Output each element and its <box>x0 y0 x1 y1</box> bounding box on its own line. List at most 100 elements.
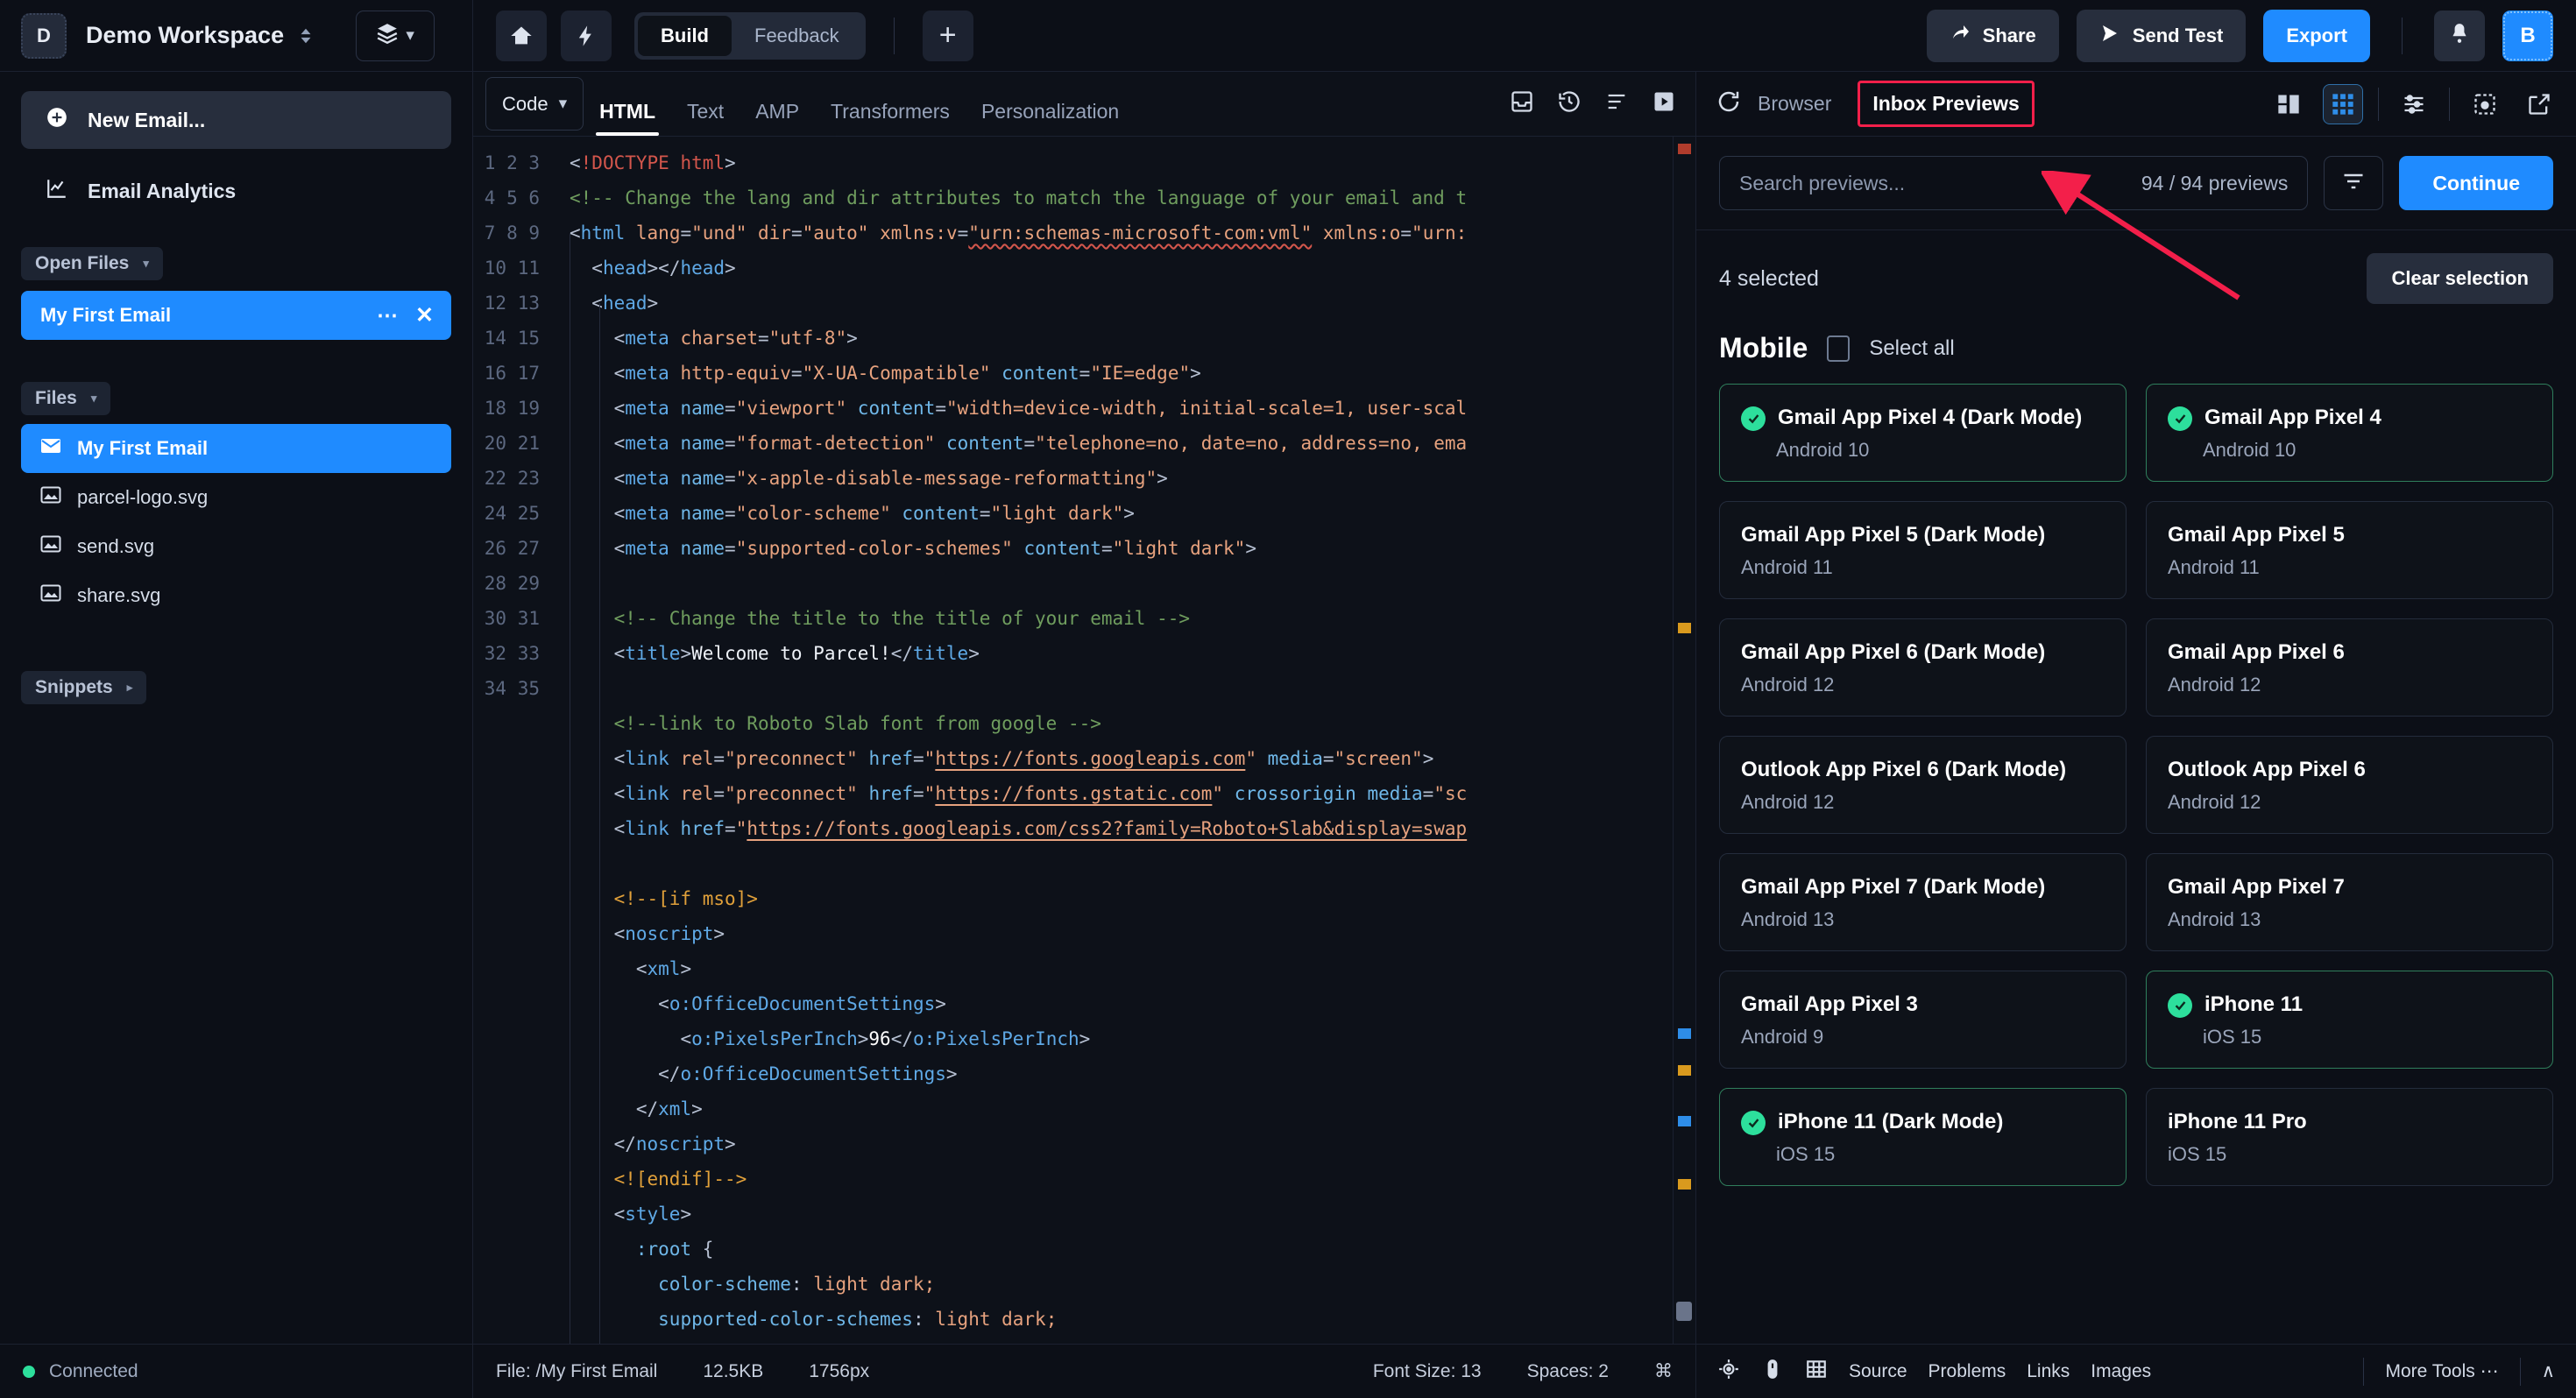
font-size-label[interactable]: Font Size: 13 <box>1373 1361 1482 1382</box>
device-card[interactable]: Outlook App Pixel 6 Android 12 <box>2146 736 2553 834</box>
history-icon[interactable] <box>1557 89 1582 118</box>
editor-scroll-markers[interactable] <box>1673 137 1695 1344</box>
image-icon <box>40 534 61 559</box>
share-button[interactable]: Share <box>1926 9 2059 62</box>
link-images[interactable]: Images <box>2091 1361 2151 1382</box>
file-item-my-first-email[interactable]: My First Email <box>21 424 451 473</box>
select-all-label: Select all <box>1869 335 1955 360</box>
mouse-icon[interactable] <box>1761 1358 1784 1386</box>
select-all-checkbox[interactable] <box>1827 335 1851 362</box>
target-icon[interactable] <box>1717 1358 1740 1386</box>
device-name: Gmail App Pixel 6 (Dark Mode) <box>1741 639 2046 664</box>
link-source[interactable]: Source <box>1849 1361 1907 1382</box>
clear-selection-button[interactable]: Clear selection <box>2367 253 2553 304</box>
device-os: Android 12 <box>1741 673 1835 695</box>
lightning-button[interactable] <box>561 10 612 61</box>
file-label: My First Email <box>77 437 209 459</box>
user-avatar[interactable]: B <box>2502 10 2553 61</box>
grid-view-icon[interactable] <box>2323 83 2363 124</box>
file-item-parcel-logo[interactable]: parcel-logo.svg <box>21 473 451 522</box>
more-options-icon[interactable]: ⋯ <box>377 303 400 328</box>
device-card[interactable]: Gmail App Pixel 6 (Dark Mode) Android 12 <box>1719 618 2127 717</box>
image-icon <box>40 583 61 608</box>
device-os: iOS 15 <box>1776 1142 1836 1165</box>
preview-header: Browser Inbox Previews <box>1696 72 2576 137</box>
screenshot-icon[interactable] <box>2466 85 2504 124</box>
workspace-name[interactable]: Demo Workspace <box>86 22 284 49</box>
check-icon <box>1741 406 1766 431</box>
device-grid: Gmail App Pixel 4 (Dark Mode) Android 10… <box>1696 364 2576 1344</box>
device-name: iPhone 11 Pro <box>2168 1109 2307 1133</box>
play-panel-icon[interactable] <box>1652 89 1676 118</box>
tab-inbox-previews[interactable]: Inbox Previews <box>1858 81 2035 127</box>
sidebar-item-email-analytics[interactable]: Email Analytics <box>21 165 451 217</box>
file-path-label: File: /My First Email <box>496 1360 658 1381</box>
device-os: iOS 15 <box>2168 1142 2227 1165</box>
file-item-share-svg[interactable]: share.svg <box>21 571 451 620</box>
open-file-item[interactable]: My First Email ⋯ ✕ <box>21 291 451 340</box>
device-card[interactable]: Gmail App Pixel 5 (Dark Mode) Android 11 <box>1719 501 2127 599</box>
tab-transformers[interactable]: Transformers <box>815 72 966 136</box>
filter-button[interactable] <box>2324 156 2384 210</box>
layers-switcher-button[interactable]: ▾ <box>356 10 435 61</box>
split-view-icon[interactable] <box>2269 85 2308 124</box>
code-content[interactable]: <!DOCTYPE html> <!-- Change the lang and… <box>554 137 1695 1344</box>
device-card[interactable]: iPhone 11 (Dark Mode) iOS 15 <box>1719 1088 2127 1186</box>
device-card[interactable]: Gmail App Pixel 3 Android 9 <box>1719 971 2127 1069</box>
device-card[interactable]: Gmail App Pixel 4 Android 10 <box>2146 384 2553 482</box>
device-card[interactable]: Gmail App Pixel 4 (Dark Mode) Android 10 <box>1719 384 2127 482</box>
tab-personalization[interactable]: Personalization <box>966 72 1135 136</box>
device-card[interactable]: Outlook App Pixel 6 (Dark Mode) Android … <box>1719 736 2127 834</box>
tab-amp[interactable]: AMP <box>740 72 815 136</box>
spaces-label[interactable]: Spaces: 2 <box>1527 1361 1609 1382</box>
device-card[interactable]: iPhone 11 iOS 15 <box>2146 971 2553 1069</box>
chevron-updown-icon[interactable] <box>296 23 315 49</box>
list-icon[interactable] <box>1604 89 1629 118</box>
device-card[interactable]: iPhone 11 Pro iOS 15 <box>2146 1088 2553 1186</box>
tab-feedback[interactable]: Feedback <box>732 16 862 56</box>
file-item-send-svg[interactable]: send.svg <box>21 522 451 571</box>
file-size-label: 12.5KB <box>703 1360 764 1381</box>
snippets-header[interactable]: Snippets ▸ <box>21 671 147 704</box>
open-files-label: Open Files <box>35 253 130 273</box>
send-icon <box>2099 23 2120 49</box>
close-icon[interactable]: ✕ <box>415 304 434 327</box>
send-test-button[interactable]: Send Test <box>2076 9 2247 62</box>
code-mode-selector[interactable]: Code ▾ <box>485 77 584 131</box>
open-files-header[interactable]: Open Files ▾ <box>21 247 163 280</box>
notifications-button[interactable] <box>2434 10 2485 61</box>
editor-icons <box>1510 72 1695 136</box>
continue-button[interactable]: Continue <box>2399 156 2553 210</box>
inbox-icon[interactable] <box>1510 89 1534 118</box>
email-analytics-label: Email Analytics <box>88 179 237 202</box>
workspace-avatar[interactable]: D <box>21 12 67 59</box>
device-card[interactable]: Gmail App Pixel 5 Android 11 <box>2146 501 2553 599</box>
search-previews-input[interactable]: Search previews... 94 / 94 previews <box>1719 156 2309 210</box>
device-card[interactable]: Gmail App Pixel 6 Android 12 <box>2146 618 2553 717</box>
tab-html[interactable]: HTML <box>584 72 671 136</box>
more-tools-button[interactable]: More Tools ⋯ <box>2385 1360 2498 1382</box>
tab-browser[interactable]: Browser <box>1742 92 1847 116</box>
open-external-icon[interactable] <box>2520 85 2558 124</box>
device-card[interactable]: Gmail App Pixel 7 Android 13 <box>2146 853 2553 951</box>
code-area[interactable]: 1 2 3 4 5 6 7 8 9 10 11 12 13 14 15 16 1… <box>473 137 1695 1344</box>
tab-text[interactable]: Text <box>671 72 740 136</box>
files-header[interactable]: Files ▾ <box>21 382 111 415</box>
link-problems[interactable]: Problems <box>1928 1361 2006 1382</box>
table-icon[interactable] <box>1805 1358 1828 1386</box>
collapse-caret-icon[interactable]: ∧ <box>2542 1360 2555 1382</box>
link-links[interactable]: Links <box>2027 1361 2070 1382</box>
device-name: iPhone 11 <box>2204 992 2304 1016</box>
device-name: Outlook App Pixel 6 <box>2168 757 2366 781</box>
command-icon[interactable]: ⌘ <box>1654 1360 1673 1382</box>
add-button[interactable]: + <box>922 10 973 61</box>
settings-sliders-icon[interactable] <box>2395 85 2433 124</box>
editor-scrollbar-thumb[interactable] <box>1676 1302 1692 1321</box>
refresh-icon[interactable] <box>1716 88 1742 119</box>
top-bar: D Demo Workspace ▾ Build Feedback + Shar… <box>0 0 2576 72</box>
tab-build[interactable]: Build <box>638 15 732 56</box>
home-button[interactable] <box>496 10 547 61</box>
export-button[interactable]: Export <box>2263 9 2370 62</box>
device-card[interactable]: Gmail App Pixel 7 (Dark Mode) Android 13 <box>1719 853 2127 951</box>
new-email-button[interactable]: New Email... <box>21 91 451 149</box>
